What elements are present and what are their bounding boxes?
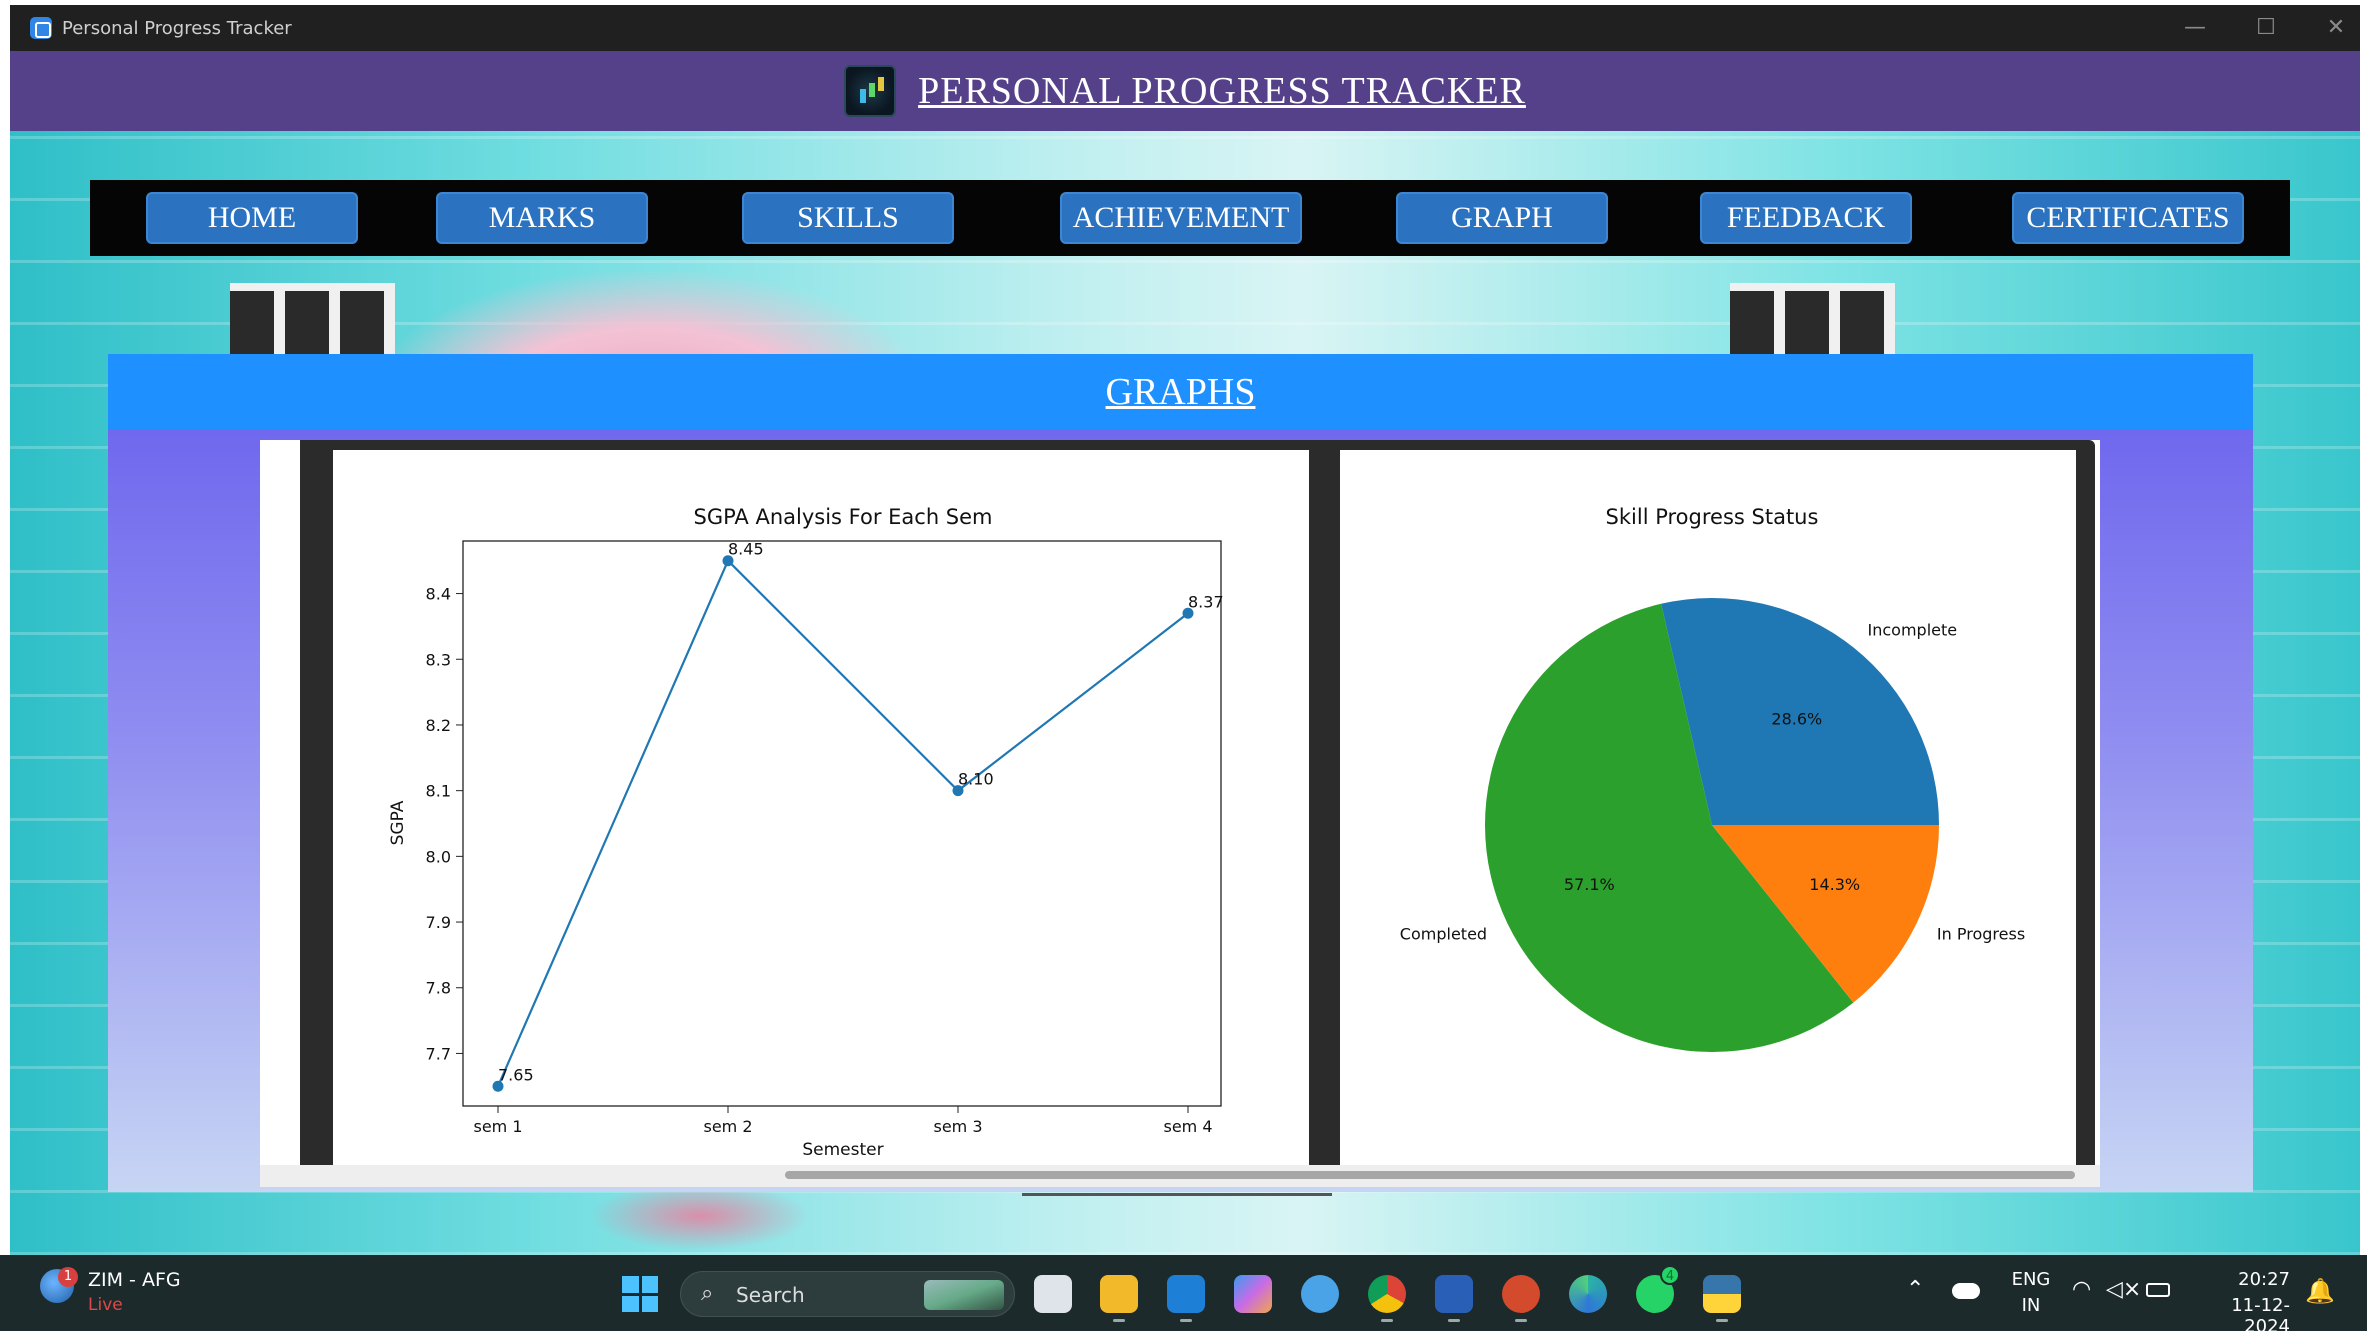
y-axis-label: SGPA [388,800,408,845]
x-tick-label: sem 3 [933,1117,982,1136]
data-label: 8.10 [958,770,994,789]
clock-time[interactable]: 20:27 [2190,1269,2290,1290]
y-tick-label: 8.0 [426,847,451,866]
nav-marks-button[interactable]: MARKS [436,192,648,244]
chevron-up-icon[interactable]: ⌃ [1906,1277,1924,1302]
y-tick-label: 8.4 [426,585,451,604]
y-tick-label: 8.1 [426,782,451,801]
file-explorer-icon[interactable] [1100,1275,1138,1313]
chrome-icon[interactable] [1368,1275,1406,1313]
edge-icon[interactable] [1569,1275,1607,1313]
data-label: 8.45 [728,540,764,559]
language-top[interactable]: ENG [2006,1269,2056,1290]
chart-title: SGPA Analysis For Each Sem [693,505,992,529]
data-label: 7.65 [498,1065,534,1084]
pie-percent-label: 57.1% [1564,875,1615,894]
onedrive-icon[interactable] [1952,1283,1980,1299]
graphs-section-title: GRAPHS [1105,371,1256,413]
powerpoint-icon[interactable] [1502,1275,1540,1313]
weather-title[interactable]: ZIM - AFG [88,1269,181,1291]
start-button-icon[interactable] [622,1276,658,1312]
x-tick-label: sem 1 [473,1117,522,1136]
search-box[interactable]: ⌕ Search [680,1271,1015,1317]
y-tick-label: 8.3 [426,650,451,669]
app-logo-icon [844,65,897,117]
pie-chart-title: Skill Progress Status [1606,505,1819,529]
copilot-icon[interactable] [1234,1275,1272,1313]
pie-percent-label: 14.3% [1809,875,1860,894]
nav-feedback-button[interactable]: FEEDBACK [1700,192,1912,244]
search-highlight-image [924,1280,1004,1310]
nav-achievement-button[interactable]: ACHIEVEMENT [1060,192,1302,244]
close-button[interactable]: ✕ [2316,13,2356,43]
skill-pie-chart: Skill Progress Status 28.6% Incomplete 57.… [1400,505,2025,1052]
y-tick-label: 7.8 [426,979,451,998]
pie-category-label: Incomplete [1868,621,1958,640]
x-axis-label: Semester [802,1140,883,1160]
whatsapp-badge: 4 [1660,1265,1680,1285]
weather-subtitle: Live [88,1295,123,1315]
pie-category-label: In Progress [1937,924,2025,943]
data-label: 8.37 [1188,592,1224,611]
nav-graph-button[interactable]: GRAPH [1396,192,1608,244]
y-tick-label: 8.2 [426,716,451,735]
wall-window-right [1730,283,1895,355]
sgpa-chart-card: SGPA Analysis For Each Sem 7.7 7.8 7.9 8.0 8… [333,450,1309,1165]
volume-muted-icon[interactable]: ◁× [2106,1277,2141,1302]
vscode-icon[interactable] [1167,1275,1205,1313]
minimize-button[interactable]: — [2175,13,2215,43]
search-placeholder: Search [736,1283,805,1307]
sgpa-line-chart: SGPA Analysis For Each Sem 7.7 7.8 7.9 8.0 8… [388,505,1224,1160]
window-title: Personal Progress Tracker [62,17,292,39]
x-tick-label: sem 2 [703,1117,752,1136]
nav-bar: HOME MARKS SKILLS ACHIEVEMENT GRAPH FEED… [90,180,2290,256]
remote-desktop-icon[interactable] [1435,1275,1473,1313]
title-bar: Personal Progress Tracker — ☐ ✕ [10,5,2360,51]
app-window-icon [30,17,52,39]
nav-skills-button[interactable]: SKILLS [742,192,954,244]
y-tick-label: 7.7 [426,1044,451,1063]
skill-chart-card: Skill Progress Status 28.6% Incomplete 57.… [1340,450,2076,1165]
graphs-section-header: GRAPHS [108,354,2253,430]
wifi-icon[interactable]: ◠ [2072,1277,2091,1302]
nav-home-button[interactable]: HOME [146,192,358,244]
plot-frame [462,540,1222,1107]
notification-bell-icon[interactable]: 🔔 [2305,1277,2335,1305]
y-tick-label: 7.9 [426,913,451,932]
app-header: PERSONAL PROGRESS TRACKER [10,51,2360,131]
pie-percent-label: 28.6% [1771,709,1822,728]
scrollbar-thumb[interactable] [785,1171,2075,1179]
python-icon[interactable] [1703,1275,1741,1313]
clock-date[interactable]: 11-12-2024 [2190,1295,2290,1331]
taskbar: 1 ZIM - AFG Live ⌕ Search 4 ⌃ ENG IN ◠ ◁… [0,1255,2367,1331]
edge-dev-icon[interactable] [1301,1275,1339,1313]
app-window: Personal Progress Tracker — ☐ ✕ PERSONAL… [10,5,2360,1255]
battery-icon[interactable] [2146,1283,2170,1297]
task-view-icon[interactable] [1034,1275,1072,1313]
pie-category-label: Completed [1400,924,1487,943]
weather-badge: 1 [58,1267,78,1287]
sgpa-series-line [496,558,1189,1087]
panel-underline [1022,1193,1332,1196]
nav-certificates-button[interactable]: CERTIFICATES [2012,192,2244,244]
x-tick-label: sem 4 [1163,1117,1212,1136]
maximize-button[interactable]: ☐ [2246,13,2286,43]
language-bottom[interactable]: IN [2006,1295,2056,1316]
app-title: PERSONAL PROGRESS TRACKER [918,70,1526,112]
search-icon: ⌕ [701,1281,714,1306]
